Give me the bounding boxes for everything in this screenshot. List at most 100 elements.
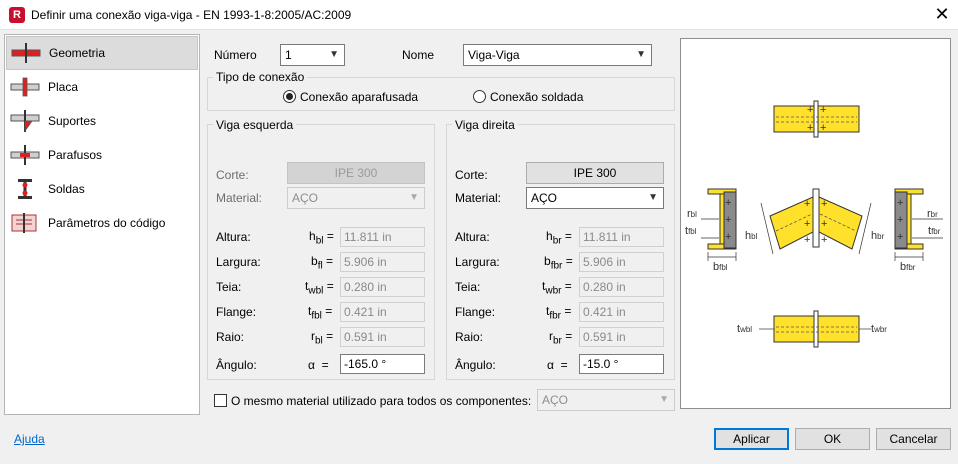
twbr-label: twbr xyxy=(871,323,887,335)
svg-text:+: + xyxy=(807,104,813,116)
tfbr-label: tfbr xyxy=(928,225,941,237)
right-largura-label: Largura: xyxy=(455,255,500,269)
hbl-label: hbl xyxy=(745,230,758,242)
sidebar-item-suportes[interactable]: Suportes xyxy=(6,104,198,138)
right-largura-field[interactable]: 5.906 in xyxy=(579,252,664,272)
left-flange-symbol: tfbl = xyxy=(308,304,333,322)
sidebar-item-placa[interactable]: Placa xyxy=(6,70,198,104)
close-icon[interactable]: ✕ xyxy=(930,2,954,26)
sidebar-item-label: Suportes xyxy=(48,114,97,128)
svg-text:+: + xyxy=(821,234,827,246)
center-angled-view: + + + + + + hbl hbr xyxy=(745,188,885,255)
right-angle-label: Ângulo: xyxy=(455,358,496,372)
cancel-button[interactable]: Cancelar xyxy=(876,428,951,450)
code-parameters-icon xyxy=(11,213,37,233)
apply-button[interactable]: Aplicar xyxy=(714,428,789,450)
numero-select[interactable]: 1 ▼ xyxy=(280,44,345,66)
svg-text:+: + xyxy=(897,231,903,243)
sidebar-item-parafusos[interactable]: Parafusos xyxy=(6,138,198,172)
left-raio-symbol: rbl = xyxy=(311,329,334,347)
nome-select[interactable]: Viga-Viga ▼ xyxy=(463,44,652,66)
numero-label: Número xyxy=(214,48,257,62)
ok-button[interactable]: OK xyxy=(795,428,870,450)
right-material-value: AÇO xyxy=(531,191,558,205)
svg-text:+: + xyxy=(804,218,810,230)
right-raio-label: Raio: xyxy=(455,330,484,344)
same-material-label[interactable]: O mesmo material utilizado para todos os… xyxy=(231,394,531,408)
left-profile-section: + + + bfbl rbl tfbl xyxy=(685,188,737,273)
right-raio-field[interactable]: 0.591 in xyxy=(579,327,664,347)
right-corte-button[interactable]: IPE 300 xyxy=(526,162,664,184)
left-teia-label: Teia: xyxy=(216,280,242,294)
right-flange-label: Flange: xyxy=(455,305,496,319)
left-angle-symbol: α = xyxy=(308,358,329,372)
svg-text:+: + xyxy=(820,122,826,134)
right-material-label: Material: xyxy=(455,191,502,205)
connection-preview: .y { fill: #ffe02a; stroke: #333; stroke… xyxy=(680,38,951,409)
help-link[interactable]: Ajuda xyxy=(14,432,45,446)
right-altura-label: Altura: xyxy=(455,230,490,244)
sidebar-item-label: Parâmetros do código xyxy=(48,216,166,230)
svg-text:+: + xyxy=(807,122,813,134)
svg-text:+: + xyxy=(820,104,826,116)
sidebar-item-parametros[interactable]: Parâmetros do código xyxy=(6,206,198,240)
rbr-label: rbr xyxy=(927,208,938,220)
chevron-down-icon: ▼ xyxy=(636,49,646,60)
svg-text:+: + xyxy=(725,214,731,226)
sidebar-item-label: Soldas xyxy=(48,182,85,196)
welded-radio[interactable] xyxy=(473,90,486,103)
left-flange-label: Flange: xyxy=(216,305,257,319)
right-altura-symbol: hbr = xyxy=(546,229,572,247)
twbl-label: twbl xyxy=(737,323,752,335)
bolts-icon xyxy=(10,145,40,165)
left-teia-field[interactable]: 0.280 in xyxy=(340,277,425,297)
same-material-select[interactable]: AÇO ▼ xyxy=(537,389,675,411)
left-largura-field[interactable]: 5.906 in xyxy=(340,252,425,272)
svg-text:+: + xyxy=(725,197,731,209)
nome-value: Viga-Viga xyxy=(468,48,520,62)
left-flange-field[interactable]: 0.421 in xyxy=(340,302,425,322)
svg-text:+: + xyxy=(725,231,731,243)
right-teia-label: Teia: xyxy=(455,280,481,294)
right-angle-symbol: α = xyxy=(547,358,568,372)
right-largura-symbol: bfbr = xyxy=(544,254,573,272)
bfbr-label: bfbr xyxy=(900,261,916,273)
sidebar-item-label: Placa xyxy=(48,80,79,94)
hbr-label: hbr xyxy=(871,230,885,242)
svg-text:+: + xyxy=(897,214,903,226)
right-altura-field[interactable]: 11.811 in xyxy=(579,227,664,247)
connection-diagram: .y { fill: #ffe02a; stroke: #333; stroke… xyxy=(685,100,943,348)
left-altura-field[interactable]: 11.811 in xyxy=(340,227,425,247)
app-icon: R xyxy=(9,7,25,23)
left-corte-button[interactable]: IPE 300 xyxy=(287,162,425,184)
same-material-value: AÇO xyxy=(542,393,569,407)
left-angle-field[interactable]: -165.0 ° xyxy=(340,354,425,374)
left-raio-field[interactable]: 0.591 in xyxy=(340,327,425,347)
right-material-select[interactable]: AÇO ▼ xyxy=(526,187,664,209)
bolted-label[interactable]: Conexão aparafusada xyxy=(300,90,418,104)
chevron-down-icon: ▼ xyxy=(648,192,658,203)
left-altura-symbol: hbl = xyxy=(309,229,334,247)
welded-label[interactable]: Conexão soldada xyxy=(490,90,583,104)
svg-text:+: + xyxy=(821,218,827,230)
right-flange-field[interactable]: 0.421 in xyxy=(579,302,664,322)
chevron-down-icon: ▼ xyxy=(659,394,669,405)
same-material-checkbox[interactable] xyxy=(214,394,227,407)
svg-text:+: + xyxy=(804,198,810,210)
tfbl-label: tfbl xyxy=(685,225,697,237)
right-raio-symbol: rbr = xyxy=(549,329,573,347)
bolted-radio[interactable] xyxy=(283,90,296,103)
left-angle-label: Ângulo: xyxy=(216,358,257,372)
left-material-select[interactable]: AÇO ▼ xyxy=(287,187,425,209)
sidebar-item-geometria[interactable]: Geometria xyxy=(6,36,198,70)
right-beam-title: Viga direita xyxy=(452,118,518,132)
supports-icon xyxy=(10,110,40,133)
left-beam-title: Viga esquerda xyxy=(213,118,297,132)
right-teia-symbol: twbr = xyxy=(542,279,572,297)
right-angle-field[interactable]: -15.0 ° xyxy=(579,354,664,374)
right-corte-label: Corte: xyxy=(455,168,488,182)
sidebar-item-soldas[interactable]: Soldas xyxy=(6,172,198,206)
left-largura-label: Largura: xyxy=(216,255,261,269)
tipo-conexao-title: Tipo de conexão xyxy=(213,70,308,84)
right-teia-field[interactable]: 0.280 in xyxy=(579,277,664,297)
